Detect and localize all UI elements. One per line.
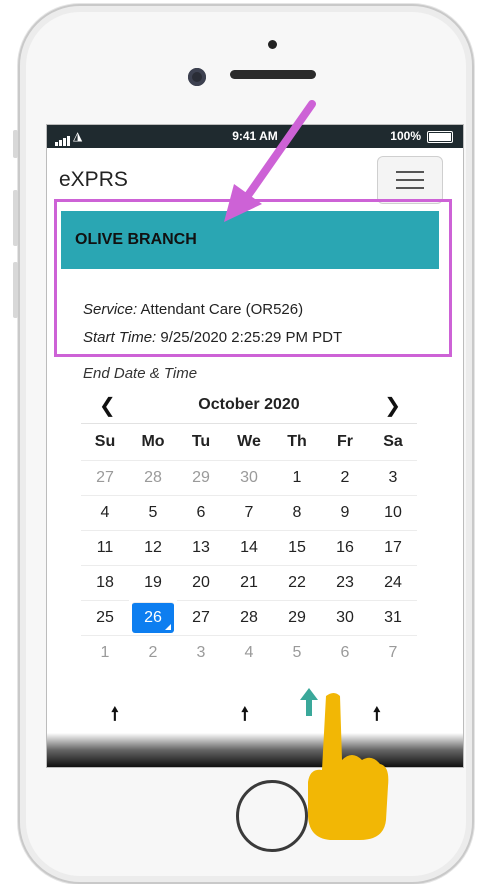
calendar-day[interactable]: 22 — [273, 565, 321, 600]
home-button[interactable] — [236, 780, 308, 852]
up-arrow-icon[interactable]: 🠕 — [111, 702, 119, 732]
service-line: Service: Attendant Care (OR526) — [83, 301, 303, 318]
calendar-day[interactable]: 17 — [369, 530, 417, 565]
calendar-day[interactable]: 3 — [177, 635, 225, 670]
earpiece-speaker — [230, 70, 316, 79]
calendar-day[interactable]: 2 — [321, 460, 369, 495]
calendar-day[interactable]: 29 — [273, 600, 321, 635]
selected-day[interactable]: 26 — [132, 602, 174, 633]
calendar-day[interactable]: 13 — [177, 530, 225, 565]
calendar-day[interactable]: 5 — [273, 635, 321, 670]
calendar-day[interactable]: 24 — [369, 565, 417, 600]
calendar-day[interactable]: 6 — [177, 495, 225, 530]
calendar-day[interactable]: 21 — [225, 565, 273, 600]
battery-icon — [427, 131, 453, 143]
calendar-day[interactable]: 30 — [321, 600, 369, 635]
pointer-arrow-icon — [224, 100, 316, 222]
calendar-day[interactable]: 9 — [321, 495, 369, 530]
calendar-day[interactable]: 1 — [273, 460, 321, 495]
calendar-day[interactable]: 12 — [129, 530, 177, 565]
calendar-day[interactable]: 7 — [225, 495, 273, 530]
app-title: eXPRS — [59, 168, 128, 191]
chevron-right-icon[interactable]: ❯ — [384, 393, 401, 418]
day-grid: 27 28 29 30 1 2 3 4 5 6 7 8 9 10 11 12 13 14 15 16 17 18 19 20 2… — [81, 460, 417, 670]
start-time-value: 9/25/2020 2:25:29 PM PDT — [160, 329, 343, 346]
volume-up-button — [13, 190, 18, 246]
weekday-label: Sa — [383, 433, 403, 450]
calendar-day[interactable]: 2 — [129, 635, 177, 670]
volume-down-button — [13, 262, 18, 318]
service-value: Attendant Care (OR526) — [140, 301, 304, 318]
service-label: Service: — [83, 301, 138, 318]
calendar-day[interactable]: 16 — [321, 530, 369, 565]
branch-name: OLIVE BRANCH — [75, 231, 197, 248]
menu-button[interactable] — [377, 156, 443, 204]
calendar-day[interactable]: 3 — [369, 460, 417, 495]
calendar-day[interactable]: 15 — [273, 530, 321, 565]
battery-percent: 100% — [390, 129, 421, 143]
up-arrow-icon[interactable]: 🠕 — [241, 702, 249, 732]
front-sensor — [268, 40, 277, 49]
date-picker: ❮ October 2020 ❯ Su Mo Tu We Th Fr Sa 27 28 29 30… — [81, 387, 417, 670]
calendar-day[interactable]: 20 — [177, 565, 225, 600]
calendar-day[interactable]: 1 — [81, 635, 129, 670]
calendar-day[interactable]: 10 — [369, 495, 417, 530]
calendar-day[interactable]: 28 — [129, 460, 177, 495]
weekday-label: We — [237, 433, 261, 450]
start-time-label: Start Time: — [83, 329, 157, 346]
screen-bottom-shadow — [47, 733, 463, 767]
mute-switch — [13, 130, 18, 158]
calendar-day[interactable]: 5 — [129, 495, 177, 530]
calendar-day[interactable]: 4 — [81, 495, 129, 530]
hamburger-icon — [396, 171, 424, 173]
calendar-day[interactable]: 4 — [225, 635, 273, 670]
hamburger-icon-line — [396, 187, 424, 189]
calendar-day[interactable]: 18 — [81, 565, 129, 600]
calendar-day[interactable]: 27 — [81, 460, 129, 495]
start-time-line: Start Time: 9/25/2020 2:25:29 PM PDT — [83, 329, 342, 346]
calendar-day[interactable]: 7 — [369, 635, 417, 670]
calendar-day[interactable]: 23 — [321, 565, 369, 600]
calendar-day[interactable]: 27 — [177, 600, 225, 635]
calendar-day[interactable]: 30 — [225, 460, 273, 495]
calendar-day[interactable]: 25 — [81, 600, 129, 635]
calendar-day[interactable]: 8 — [273, 495, 321, 530]
weekday-label: Su — [94, 433, 116, 450]
weekday-label: Tu — [191, 433, 211, 450]
calendar-day[interactable]: 11 — [81, 530, 129, 565]
weekday-label: Th — [287, 433, 307, 450]
front-camera — [188, 68, 206, 86]
calendar-day[interactable]: 28 — [225, 600, 273, 635]
calendar-day[interactable]: 6 — [321, 635, 369, 670]
tap-finger-icon — [308, 693, 389, 840]
calendar-header: ❮ October 2020 ❯ — [81, 387, 417, 424]
weekday-label: Mo — [141, 433, 165, 450]
weekday-row: Su Mo Tu We Th Fr Sa — [81, 424, 417, 460]
calendar-month[interactable]: October 2020 — [81, 396, 417, 414]
calendar-day[interactable]: 19 — [129, 565, 177, 600]
calendar-day[interactable]: 31 — [369, 600, 417, 635]
end-date-label: End Date & Time — [83, 365, 198, 382]
weekday-label: Fr — [337, 433, 353, 450]
calendar-day[interactable]: 14 — [225, 530, 273, 565]
calendar-day[interactable]: 29 — [177, 460, 225, 495]
hamburger-icon-line — [396, 179, 424, 181]
